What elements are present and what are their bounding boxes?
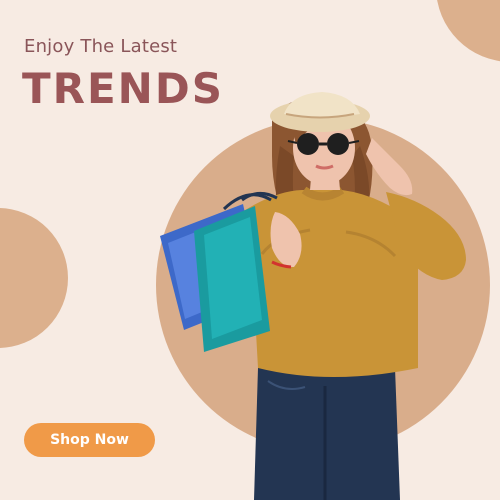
promo-banner: Enjoy The Latest TRENDS Shop Now [0, 0, 500, 500]
decorative-circle-left [0, 208, 68, 348]
model-photo [160, 92, 466, 500]
shop-now-button[interactable]: Shop Now [24, 423, 155, 457]
banner-subtitle: Enjoy The Latest [24, 36, 178, 57]
decorative-circle-top-right [436, 0, 500, 62]
